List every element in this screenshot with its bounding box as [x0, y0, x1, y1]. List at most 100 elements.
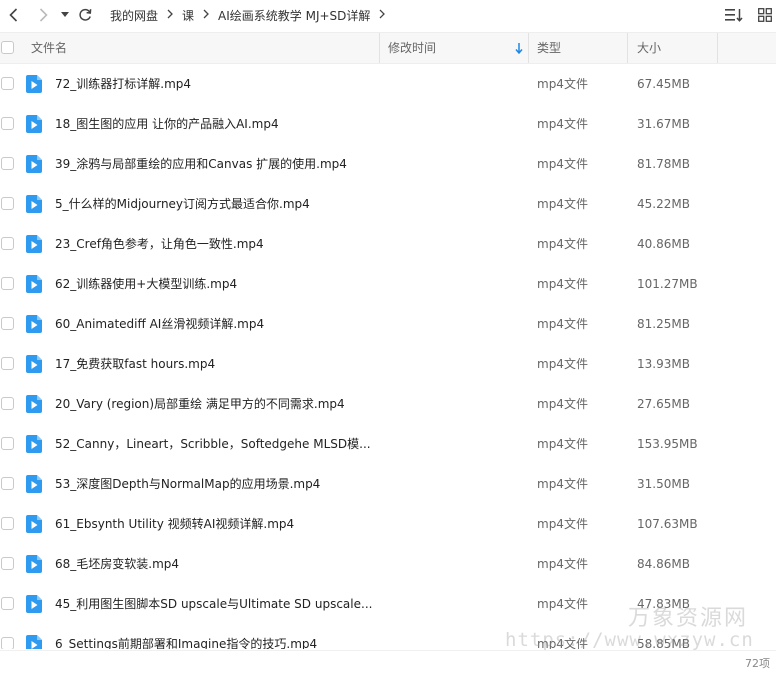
column-header-type[interactable]: 类型: [537, 33, 561, 63]
file-name[interactable]: 60_Animatediff AI丝滑视频详解.mp4: [55, 304, 264, 344]
dropdown-icon[interactable]: [58, 0, 72, 30]
row-checkbox[interactable]: [1, 157, 14, 170]
file-name[interactable]: 45_利用图生图脚本SD upscale与Ultimate SD upscale…: [55, 584, 372, 624]
file-type: mp4文件: [537, 477, 588, 491]
file-size: 13.93MB: [637, 357, 690, 371]
file-list-header: 文件名 修改时间 类型 大小: [0, 32, 776, 64]
file-type: mp4文件: [537, 517, 588, 531]
grid-view-icon[interactable]: [758, 0, 772, 30]
file-name[interactable]: 23_Cref角色参考，让角色一致性.mp4: [55, 224, 264, 264]
file-name[interactable]: 39_涂鸦与局部重绘的应用和Canvas 扩展的使用.mp4: [55, 144, 347, 184]
back-icon[interactable]: [2, 0, 24, 30]
file-name[interactable]: 20_Vary (region)局部重绘 满足甲方的不同需求.mp4: [55, 384, 345, 424]
file-row[interactable]: 23_Cref角色参考，让角色一致性.mp4 mp4文件 40.86MB: [0, 224, 776, 264]
forward-icon[interactable]: [32, 0, 54, 30]
breadcrumb: 我的网盘 课 AI绘画系统教学 MJ+SD详解: [110, 7, 394, 24]
row-checkbox[interactable]: [1, 637, 14, 649]
column-header-size[interactable]: 大小: [637, 33, 661, 63]
file-row[interactable]: 72_训练器打标详解.mp4 mp4文件 67.45MB: [0, 64, 776, 104]
file-type: mp4文件: [537, 157, 588, 171]
row-checkbox[interactable]: [1, 597, 14, 610]
breadcrumb-my-drive[interactable]: 我的网盘: [110, 7, 158, 24]
column-divider[interactable]: [528, 33, 529, 63]
video-file-icon: [26, 195, 42, 213]
file-size: 67.45MB: [637, 77, 690, 91]
item-count: 72项: [745, 657, 770, 670]
file-name[interactable]: 5_什么样的Midjourney订阅方式最适合你.mp4: [55, 184, 310, 224]
file-row[interactable]: 61_Ebsynth Utility 视频转AI视频详解.mp4 mp4文件 107…: [0, 504, 776, 544]
video-file-icon: [26, 75, 42, 93]
row-checkbox[interactable]: [1, 317, 14, 330]
select-all-checkbox[interactable]: [1, 41, 14, 54]
file-row[interactable]: 39_涂鸦与局部重绘的应用和Canvas 扩展的使用.mp4 mp4文件 81.78…: [0, 144, 776, 184]
file-size: 107.63MB: [637, 517, 698, 531]
video-file-icon: [26, 555, 42, 573]
sort-list-icon[interactable]: [724, 0, 744, 30]
video-file-icon: [26, 115, 42, 133]
video-file-icon: [26, 155, 42, 173]
file-type: mp4文件: [537, 597, 588, 611]
file-type: mp4文件: [537, 237, 588, 251]
breadcrumb-current-folder[interactable]: AI绘画系统教学 MJ+SD详解: [218, 7, 370, 24]
breadcrumb-course[interactable]: 课: [182, 7, 194, 24]
row-checkbox[interactable]: [1, 477, 14, 490]
toolbar: 我的网盘 课 AI绘画系统教学 MJ+SD详解: [0, 0, 776, 30]
file-size: 40.86MB: [637, 237, 690, 251]
file-name[interactable]: 18_图生图的应用 让你的产品融入AI.mp4: [55, 104, 279, 144]
file-size: 27.65MB: [637, 397, 690, 411]
file-type: mp4文件: [537, 557, 588, 571]
file-row[interactable]: 5_什么样的Midjourney订阅方式最适合你.mp4 mp4文件 45.22MB: [0, 184, 776, 224]
refresh-icon[interactable]: [74, 0, 96, 30]
file-row[interactable]: 45_利用图生图脚本SD upscale与Ultimate SD upscale…: [0, 584, 776, 624]
row-checkbox[interactable]: [1, 437, 14, 450]
file-row[interactable]: 18_图生图的应用 让你的产品融入AI.mp4 mp4文件 31.67MB: [0, 104, 776, 144]
breadcrumb-separator-icon: [203, 8, 209, 22]
sort-down-icon[interactable]: [515, 33, 523, 63]
row-checkbox[interactable]: [1, 517, 14, 530]
file-list: 72_训练器打标详解.mp4 mp4文件 67.45MB 18_图生图的应用 让你的产…: [0, 64, 776, 649]
file-name[interactable]: 68_毛坯房变软装.mp4: [55, 544, 179, 584]
file-row[interactable]: 53_深度图Depth与NormalMap的应用场景.mp4 mp4文件 31.50…: [0, 464, 776, 504]
file-row[interactable]: 6_Settings前期部署和Imagine指令的技巧.mp4 mp4文件 58.8…: [0, 624, 776, 649]
file-size: 81.25MB: [637, 317, 690, 331]
file-size: 101.27MB: [637, 277, 698, 291]
status-bar: 72项: [0, 650, 776, 676]
row-checkbox[interactable]: [1, 397, 14, 410]
file-name[interactable]: 72_训练器打标详解.mp4: [55, 64, 191, 104]
file-row[interactable]: 20_Vary (region)局部重绘 满足甲方的不同需求.mp4 mp4文件 2…: [0, 384, 776, 424]
file-row[interactable]: 17_免费获取fast hours.mp4 mp4文件 13.93MB: [0, 344, 776, 384]
row-checkbox[interactable]: [1, 117, 14, 130]
file-type: mp4文件: [537, 117, 588, 131]
file-name[interactable]: 53_深度图Depth与NormalMap的应用场景.mp4: [55, 464, 320, 504]
file-type: mp4文件: [537, 317, 588, 331]
column-header-name[interactable]: 文件名: [31, 33, 67, 63]
video-file-icon: [26, 395, 42, 413]
column-divider[interactable]: [379, 33, 380, 63]
video-file-icon: [26, 595, 42, 613]
video-file-icon: [26, 515, 42, 533]
breadcrumb-separator-icon: [167, 8, 173, 22]
file-size: 58.85MB: [637, 637, 690, 649]
file-row[interactable]: 52_Canny，Lineart，Scribble，Softedgehe MLS…: [0, 424, 776, 464]
row-checkbox[interactable]: [1, 277, 14, 290]
row-checkbox[interactable]: [1, 357, 14, 370]
file-type: mp4文件: [537, 277, 588, 291]
file-name[interactable]: 6_Settings前期部署和Imagine指令的技巧.mp4: [55, 624, 317, 649]
file-row[interactable]: 62_训练器使用+大模型训练.mp4 mp4文件 101.27MB: [0, 264, 776, 304]
row-checkbox[interactable]: [1, 237, 14, 250]
column-divider[interactable]: [717, 33, 718, 63]
row-checkbox[interactable]: [1, 197, 14, 210]
file-name[interactable]: 52_Canny，Lineart，Scribble，Softedgehe MLS…: [55, 424, 371, 464]
column-header-modified[interactable]: 修改时间: [388, 33, 436, 63]
file-row[interactable]: 60_Animatediff AI丝滑视频详解.mp4 mp4文件 81.25MB: [0, 304, 776, 344]
file-row[interactable]: 68_毛坯房变软装.mp4 mp4文件 84.86MB: [0, 544, 776, 584]
file-name[interactable]: 62_训练器使用+大模型训练.mp4: [55, 264, 237, 304]
file-name[interactable]: 17_免费获取fast hours.mp4: [55, 344, 215, 384]
file-name[interactable]: 61_Ebsynth Utility 视频转AI视频详解.mp4: [55, 504, 294, 544]
column-divider[interactable]: [627, 33, 628, 63]
video-file-icon: [26, 235, 42, 253]
row-checkbox[interactable]: [1, 557, 14, 570]
file-size: 81.78MB: [637, 157, 690, 171]
row-checkbox[interactable]: [1, 77, 14, 90]
video-file-icon: [26, 435, 42, 453]
